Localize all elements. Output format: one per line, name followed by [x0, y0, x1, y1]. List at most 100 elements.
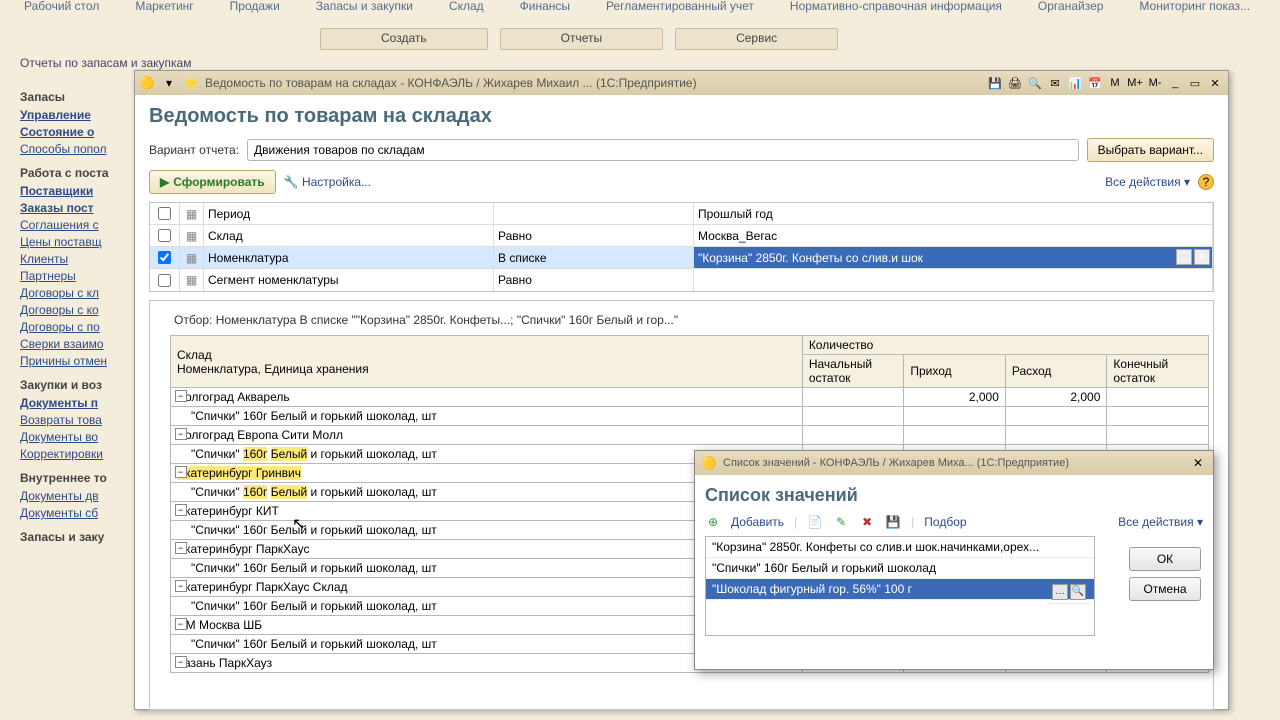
dialog-close-icon[interactable]: ✕ — [1189, 456, 1207, 470]
app-icon: 🟡 — [139, 75, 155, 91]
sidebar-link[interactable]: Заказы пост — [20, 201, 130, 215]
sidebar-link[interactable]: Корректировки — [20, 447, 130, 461]
settings-link[interactable]: 🔧 Настройка... — [284, 175, 371, 189]
select-variant-button[interactable]: Выбрать вариант... — [1087, 138, 1214, 162]
variant-label: Вариант отчета: — [149, 143, 239, 157]
list-item[interactable]: "Корзина" 2850г. Конфеты со слив.и шок.н… — [706, 537, 1094, 558]
add-icon[interactable]: ⊕ — [705, 514, 721, 530]
nav-item[interactable]: Рабочий стол — [6, 0, 117, 24]
list-item[interactable]: "Спички" 160г Белый и горький шоколад — [706, 558, 1094, 579]
sidebar-link[interactable]: Способы попол — [20, 142, 130, 156]
collapse-icon[interactable]: − — [175, 466, 187, 478]
filter-op[interactable]: Равно — [494, 225, 694, 246]
mminus-icon[interactable]: M- — [1146, 75, 1164, 91]
ellipsis-icon[interactable]: … — [1052, 584, 1068, 600]
nav-item[interactable]: Продажи — [212, 0, 298, 24]
warehouse-row[interactable]: −Волгоград Акварель — [171, 388, 803, 407]
sidebar-link[interactable]: Документы дв — [20, 489, 130, 503]
sidebar-link[interactable]: Соглашения с — [20, 218, 130, 232]
sidebar-link[interactable]: Возвраты това — [20, 413, 130, 427]
collapse-icon[interactable]: − — [175, 542, 187, 554]
filter-value[interactable] — [694, 269, 1213, 291]
filter-value[interactable]: "Корзина" 2850г. Конфеты со слив.и шок✕… — [694, 247, 1213, 268]
list-item[interactable]: "Шоколад фигурный гор. 56%" 100 г…🔍 — [706, 579, 1094, 600]
search-icon[interactable]: 🔍 — [1070, 584, 1086, 600]
nav-item[interactable]: Запасы и закупки — [298, 0, 431, 24]
filter-name: Склад — [204, 225, 494, 246]
more-icon[interactable]: … — [1176, 249, 1192, 265]
variant-input[interactable] — [247, 139, 1079, 161]
cancel-button[interactable]: Отмена — [1129, 577, 1201, 601]
item-row[interactable]: "Спички" 160г Белый и горький шоколад, ш… — [171, 407, 803, 426]
clear-icon[interactable]: ✕ — [1194, 249, 1210, 265]
sidebar-link[interactable]: Причины отмен — [20, 354, 130, 368]
calc-icon[interactable]: 📊 — [1066, 75, 1084, 91]
sidebar-link[interactable]: Договоры с кл — [20, 286, 130, 300]
sidebar-group: Закупки и воз — [20, 378, 130, 392]
mplus-icon[interactable]: M+ — [1126, 75, 1144, 91]
delete-icon[interactable]: ✖ — [859, 514, 875, 530]
sidebar-link[interactable]: Клиенты — [20, 252, 130, 266]
sidebar-link[interactable]: Управление — [20, 108, 130, 122]
maximize-icon[interactable]: ▭ — [1186, 75, 1204, 91]
close-icon[interactable]: ✕ — [1206, 75, 1224, 91]
save-icon[interactable]: 💾 — [986, 75, 1004, 91]
form-button[interactable]: ▶Сформировать — [149, 170, 276, 194]
sidebar-link[interactable]: Цены поставщ — [20, 235, 130, 249]
preview-icon[interactable]: 🔍 — [1026, 75, 1044, 91]
collapse-icon[interactable]: − — [175, 656, 187, 668]
ok-button[interactable]: ОК — [1129, 547, 1201, 571]
collapse-icon[interactable]: − — [175, 504, 187, 516]
filter-check[interactable] — [158, 274, 171, 287]
add-button[interactable]: Добавить — [731, 515, 784, 529]
filter-icon: ▦ — [180, 247, 204, 268]
nav-item[interactable]: Органайзер — [1020, 0, 1122, 24]
nav-item[interactable]: Регламентированный учет — [588, 0, 772, 24]
m-icon[interactable]: M — [1106, 75, 1124, 91]
subbar-item[interactable]: Отчеты — [500, 28, 663, 50]
sidebar-link[interactable]: Документы во — [20, 430, 130, 444]
subbar-item[interactable]: Сервис — [675, 28, 838, 50]
subbar-item[interactable]: Создать — [320, 28, 488, 50]
collapse-icon[interactable]: − — [175, 390, 187, 402]
sidebar-link[interactable]: Документы сб — [20, 506, 130, 520]
warehouse-row[interactable]: −Волгоград Европа Сити Молл — [171, 426, 803, 445]
sidebar-link[interactable]: Документы п — [20, 396, 130, 410]
nav-item[interactable]: Склад — [431, 0, 502, 24]
collapse-icon[interactable]: − — [175, 428, 187, 440]
filter-op[interactable] — [494, 203, 694, 224]
breadcrumb: Отчеты по запасам и закупкам — [20, 56, 191, 70]
nav-item[interactable]: Нормативно-справочная информация — [772, 0, 1020, 24]
help-icon[interactable]: ? — [1198, 174, 1214, 190]
collapse-icon[interactable]: − — [175, 580, 187, 592]
minimize-icon[interactable]: _ — [1166, 75, 1184, 91]
nav-item[interactable]: Финансы — [502, 0, 588, 24]
sidebar-link[interactable]: Договоры с ко — [20, 303, 130, 317]
mail-icon[interactable]: ✉ — [1046, 75, 1064, 91]
nav-item[interactable]: Мониторинг показ... — [1121, 0, 1268, 24]
sidebar-link[interactable]: Сверки взаимо — [20, 337, 130, 351]
filter-check[interactable] — [158, 207, 171, 220]
edit-icon[interactable]: ✎ — [833, 514, 849, 530]
sidebar-link[interactable]: Партнеры — [20, 269, 130, 283]
nav-item[interactable]: Маркетинг — [117, 0, 211, 24]
sidebar-link[interactable]: Договоры с по — [20, 320, 130, 334]
filter-check[interactable] — [158, 229, 171, 242]
sidebar-link[interactable]: Поставщики — [20, 184, 130, 198]
dropdown-icon[interactable]: ▾ — [161, 75, 177, 91]
star-icon[interactable]: ⭐ — [183, 75, 199, 91]
print-icon[interactable]: 🖨 — [1006, 75, 1024, 91]
all-actions[interactable]: Все действия ▾ — [1105, 175, 1190, 189]
save2-icon[interactable]: 💾 — [885, 514, 901, 530]
filter-value[interactable]: Москва_Вегас — [694, 225, 1213, 246]
filter-check[interactable] — [158, 251, 171, 264]
pick-button[interactable]: Подбор — [924, 515, 966, 529]
calendar-icon[interactable]: 📅 — [1086, 75, 1104, 91]
filter-value[interactable]: Прошлый год — [694, 203, 1213, 224]
filter-op[interactable]: Равно — [494, 269, 694, 291]
dialog-all-actions[interactable]: Все действия ▾ — [1118, 515, 1203, 529]
copy-icon[interactable]: 📄 — [807, 514, 823, 530]
sidebar-link[interactable]: Состояние о — [20, 125, 130, 139]
filter-op[interactable]: В списке — [494, 247, 694, 268]
collapse-icon[interactable]: − — [175, 618, 187, 630]
